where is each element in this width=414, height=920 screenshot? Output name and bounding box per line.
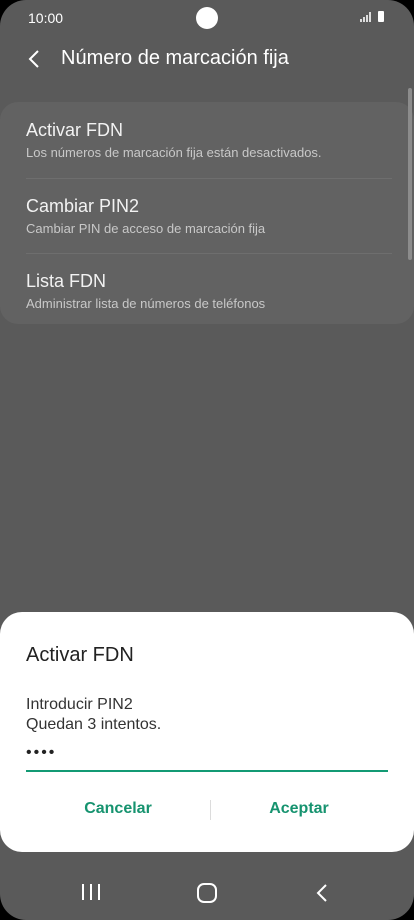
settings-item-title: Activar FDN [26, 120, 124, 140]
dialog-title: Activar FDN [26, 644, 134, 666]
cancel-button[interactable]: Cancelar [38, 800, 198, 818]
settings-item-subtitle: Los números de marcación fija están desa… [26, 145, 322, 160]
home-icon[interactable] [196, 882, 218, 904]
battery-icon [378, 11, 384, 22]
settings-item-lista-fdn[interactable]: Lista FDN Administrar lista de números d… [26, 271, 390, 311]
app-bar: Número de marcación fija [0, 36, 414, 82]
navigation-bar [0, 862, 414, 920]
pin-prompt-label: Introducir PIN2 [26, 696, 133, 713]
signal-icon [360, 12, 371, 22]
status-bar: 10:00 [0, 0, 414, 36]
status-time: 10:00 [28, 10, 64, 26]
attempts-label: Quedan 3 intentos. [26, 716, 162, 733]
settings-item-subtitle: Cambiar PIN de acceso de marcación fija [26, 221, 266, 236]
settings-item-subtitle: Administrar lista de números de teléfono… [26, 296, 266, 311]
nav-back-icon[interactable] [312, 882, 332, 904]
accept-button[interactable]: Aceptar [219, 800, 379, 818]
scrollbar[interactable] [408, 88, 412, 260]
camera-cutout [196, 7, 218, 29]
settings-item-title: Lista FDN [26, 271, 107, 291]
divider [26, 253, 392, 254]
settings-item-activar-fdn[interactable]: Activar FDN Los números de marcación fij… [26, 120, 390, 160]
back-arrow-icon[interactable] [24, 48, 46, 70]
settings-item-cambiar-pin2[interactable]: Cambiar PIN2 Cambiar PIN de acceso de ma… [26, 196, 390, 236]
divider [26, 178, 392, 179]
screen: 10:00 Número de marcación fija Activar F… [0, 0, 414, 920]
settings-item-title: Cambiar PIN2 [26, 196, 140, 216]
button-divider [210, 800, 211, 820]
page-title: Número de marcación fija [61, 47, 289, 69]
settings-card: Activar FDN Los números de marcación fij… [0, 102, 414, 324]
pin-input[interactable] [26, 736, 388, 772]
pin-dialog: Activar FDN Introducir PIN2 Quedan 3 int… [0, 612, 414, 852]
recents-icon[interactable] [80, 882, 102, 902]
